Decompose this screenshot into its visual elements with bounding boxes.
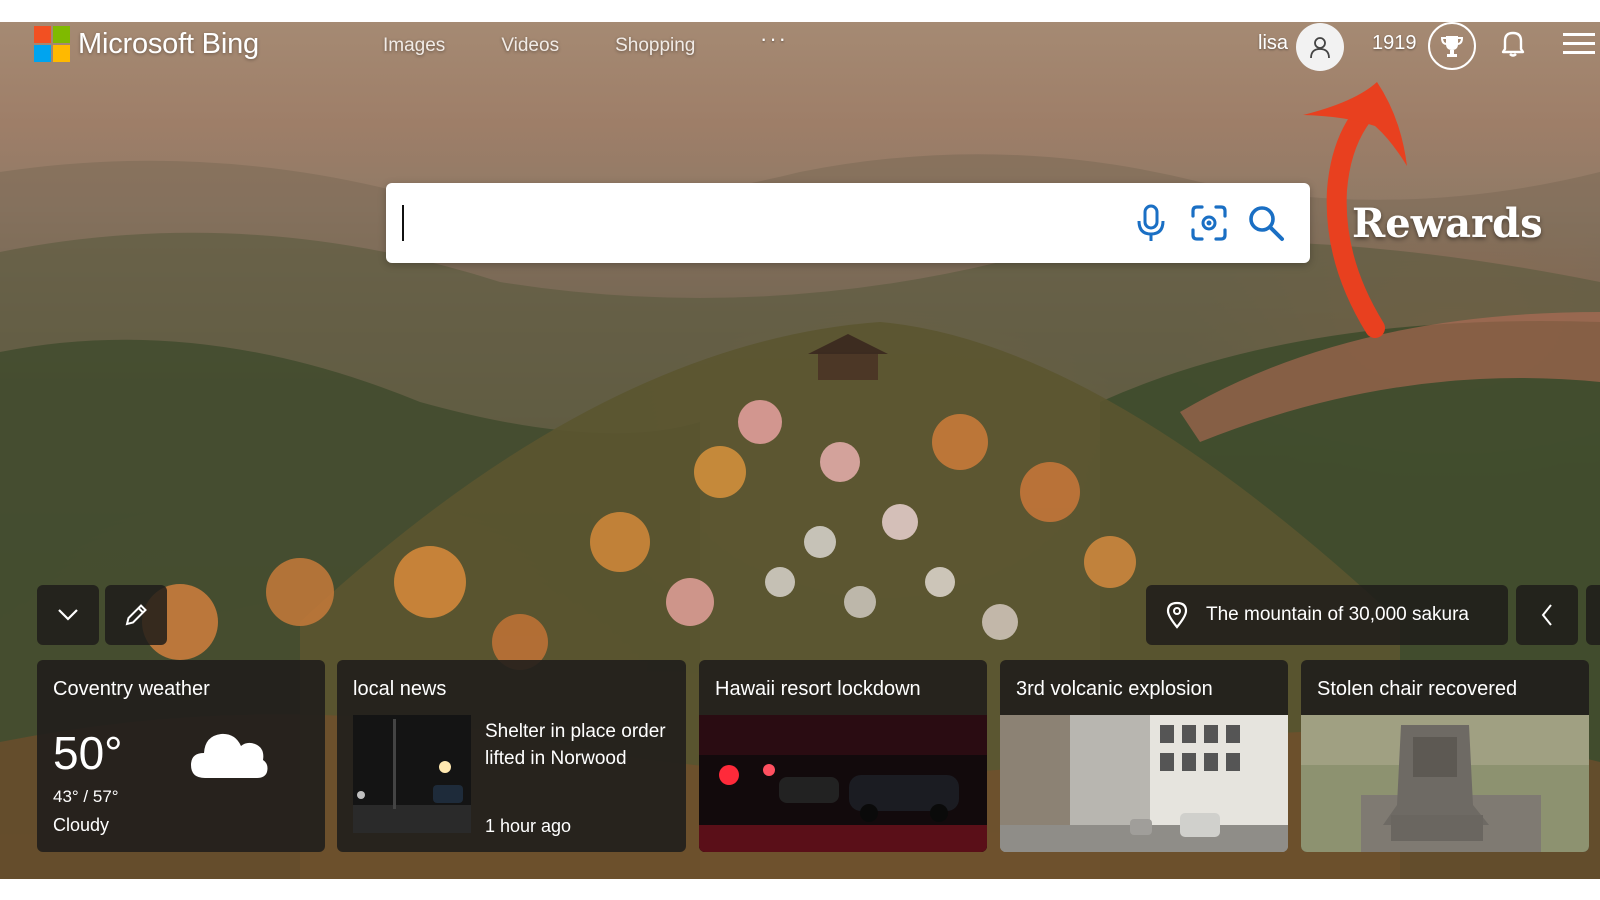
local-news-card[interactable]: local news Shelter in place order lifted… bbox=[337, 660, 686, 852]
mic-icon bbox=[1137, 204, 1165, 241]
voice-search-button[interactable] bbox=[1134, 203, 1168, 248]
nav-shopping[interactable]: Shopping bbox=[615, 35, 695, 57]
hamburger-icon bbox=[1563, 33, 1595, 54]
story-1-image bbox=[699, 715, 987, 852]
top-nav: Images Videos Shopping bbox=[383, 35, 751, 57]
story-1-title: Hawaii resort lockdown bbox=[715, 678, 921, 700]
chevron-down-icon bbox=[58, 609, 78, 621]
search-box[interactable] bbox=[386, 183, 1310, 263]
image-info-button[interactable]: The mountain of 30,000 sakura bbox=[1146, 585, 1508, 645]
bell-icon bbox=[1501, 31, 1525, 57]
user-name[interactable]: lisa bbox=[1258, 32, 1288, 55]
image-title: The mountain of 30,000 sakura bbox=[1206, 604, 1470, 625]
person-icon bbox=[1310, 37, 1330, 59]
weather-card-title: Coventry weather bbox=[53, 678, 210, 700]
nav-videos[interactable]: Videos bbox=[501, 35, 559, 57]
avatar[interactable] bbox=[1296, 23, 1344, 71]
search-button[interactable] bbox=[1246, 203, 1286, 248]
visual-search-button[interactable] bbox=[1189, 203, 1229, 248]
logo-yellow-square bbox=[53, 45, 70, 62]
logo-green-square bbox=[53, 26, 70, 43]
more-nav-button[interactable]: ··· bbox=[760, 26, 788, 52]
customize-button[interactable] bbox=[105, 585, 167, 645]
notifications-button[interactable] bbox=[1500, 28, 1526, 63]
weather-temperature: 50° bbox=[53, 727, 123, 779]
location-pin-icon bbox=[1166, 601, 1188, 629]
story-card-1[interactable]: Hawaii resort lockdown bbox=[699, 660, 987, 852]
local-news-title: local news bbox=[353, 678, 447, 700]
story-2-title: 3rd volcanic explosion bbox=[1016, 678, 1213, 700]
collapse-button[interactable] bbox=[37, 585, 99, 645]
logo-red-square bbox=[34, 26, 51, 43]
night-street-image bbox=[353, 715, 471, 833]
rewards-button[interactable] bbox=[1428, 22, 1476, 70]
news-headline[interactable]: Shelter in place order lifted in Norwood bbox=[485, 718, 685, 772]
previous-image-button[interactable] bbox=[1516, 585, 1578, 645]
story-3-image bbox=[1301, 715, 1589, 852]
story-3-title: Stolen chair recovered bbox=[1317, 678, 1518, 700]
news-thumbnail bbox=[353, 715, 471, 833]
rewards-annotation-label: Rewards bbox=[1352, 200, 1543, 247]
search-input[interactable] bbox=[402, 201, 1102, 245]
microsoft-logo-icon bbox=[34, 26, 70, 62]
header: Microsoft Bing Images Videos Shopping ··… bbox=[0, 22, 1600, 72]
chevron-left-icon bbox=[1541, 604, 1552, 626]
story-2-image bbox=[1000, 715, 1288, 852]
menu-button[interactable] bbox=[1563, 32, 1595, 61]
search-icon bbox=[1249, 206, 1284, 241]
reward-points[interactable]: 1919 bbox=[1372, 32, 1417, 55]
cloud-icon bbox=[191, 733, 268, 778]
weather-range: 43° / 57° bbox=[53, 787, 119, 806]
camera-scan-icon bbox=[1191, 205, 1227, 241]
news-timestamp: 1 hour ago bbox=[485, 816, 572, 836]
weather-condition: Cloudy bbox=[53, 815, 110, 835]
story-card-3[interactable]: Stolen chair recovered bbox=[1301, 660, 1589, 852]
bing-logo[interactable]: Microsoft Bing bbox=[34, 26, 259, 62]
brand-name: Microsoft Bing bbox=[78, 27, 259, 60]
weather-card[interactable]: Coventry weather 50° 43° / 57° Cloudy bbox=[37, 660, 325, 852]
trophy-icon bbox=[1440, 36, 1464, 57]
pencil-icon bbox=[125, 604, 147, 626]
next-image-button[interactable] bbox=[1586, 585, 1600, 645]
nav-images[interactable]: Images bbox=[383, 35, 445, 57]
story-card-2[interactable]: 3rd volcanic explosion bbox=[1000, 660, 1288, 852]
logo-blue-square bbox=[34, 45, 51, 62]
